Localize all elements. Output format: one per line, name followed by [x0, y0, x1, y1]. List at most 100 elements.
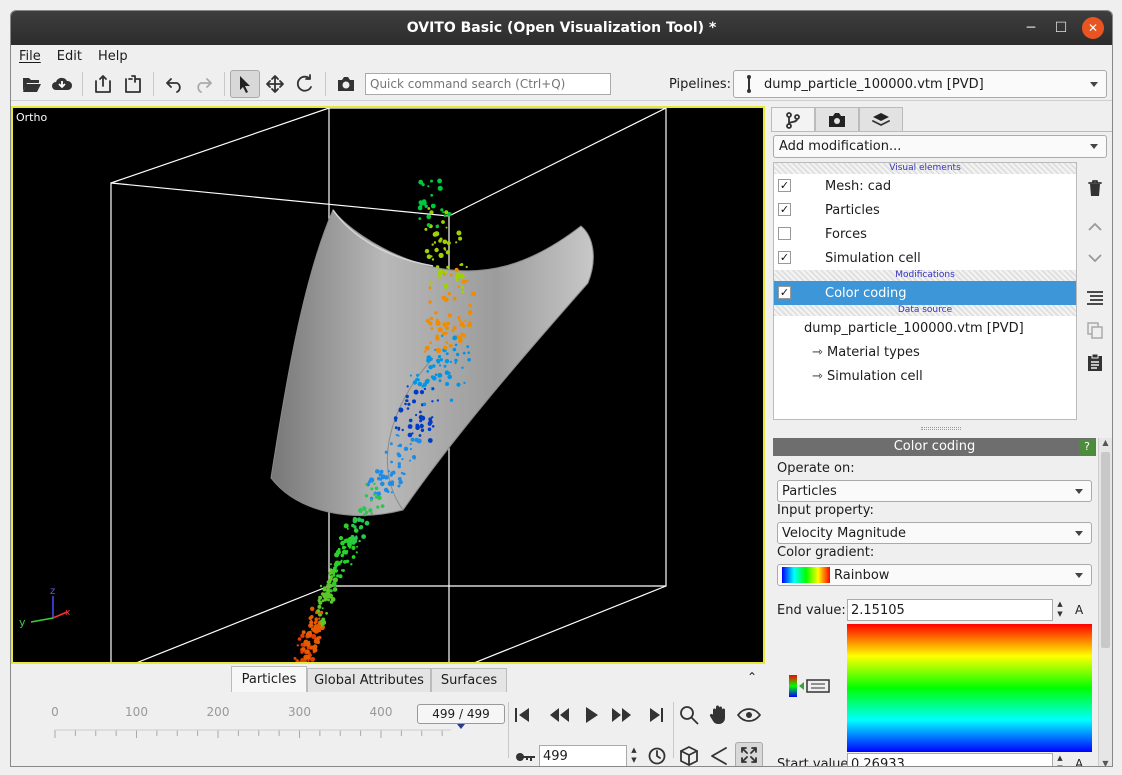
move-down-button[interactable] — [1083, 246, 1107, 270]
jump-to-start-button[interactable] — [515, 708, 529, 722]
paste-button[interactable] — [1083, 350, 1107, 374]
selection-mode-button[interactable] — [230, 69, 260, 98]
zoom-all-button[interactable] — [735, 742, 763, 766]
tab-render[interactable] — [815, 107, 859, 131]
view-cube-icon[interactable] — [677, 744, 701, 767]
pipeline-editor[interactable]: Visual elements ✓ Mesh: cad ✓ Particles Fo… — [773, 162, 1077, 420]
viewport-ortho[interactable]: Ortho z y x — [11, 106, 765, 664]
export-image-button[interactable] — [118, 70, 148, 98]
tab-global-attributes[interactable]: Global Attributes — [307, 668, 431, 692]
particle — [395, 433, 398, 437]
checkbox-mesh[interactable]: ✓ — [778, 179, 791, 192]
scroll-down-icon[interactable]: ▼ — [1099, 759, 1112, 766]
command-search-input[interactable] — [365, 72, 611, 95]
load-remote-button[interactable] — [47, 70, 77, 98]
particle — [376, 505, 380, 509]
particle — [467, 351, 471, 354]
move-mode-button[interactable] — [260, 70, 290, 98]
frame-spinner[interactable]: ▲ ▼ — [627, 745, 641, 766]
fov-icon[interactable] — [708, 745, 730, 767]
time-slider-handle[interactable]: 499 / 499 — [417, 704, 505, 724]
tab-surfaces[interactable]: Surfaces — [431, 668, 507, 692]
pipeline-selector[interactable]: dump_particle_100000.vtm [PVD] — [733, 70, 1107, 98]
particle — [438, 239, 442, 243]
expand-inspector-icon[interactable]: ⌃ — [747, 670, 757, 684]
key-icon[interactable] — [515, 749, 537, 765]
rotate-mode-button[interactable] — [290, 70, 320, 98]
checkbox-particles[interactable]: ✓ — [778, 203, 791, 216]
help-button[interactable]: ? — [1079, 439, 1095, 455]
close-button[interactable]: ✕ — [1078, 11, 1108, 45]
particle — [466, 345, 470, 348]
input-property-select[interactable]: Velocity Magnitude — [777, 522, 1092, 544]
tab-particles[interactable]: Particles — [231, 666, 307, 692]
particle — [378, 473, 383, 477]
scrollbar-thumb[interactable] — [1101, 452, 1110, 648]
window-title: OVITO Basic (Open Visualization Tool) * — [406, 20, 717, 36]
color-gradient-select[interactable]: Rainbow — [777, 564, 1092, 586]
folder-open-icon — [23, 77, 41, 92]
end-value-auto-button[interactable]: A — [1075, 603, 1083, 617]
maximize-button[interactable]: ☐ — [1046, 11, 1076, 45]
delete-modifier-button[interactable] — [1083, 176, 1107, 200]
particle — [454, 275, 459, 280]
pipeline-item-sim-cell-source[interactable]: ⇾ Simulation cell — [774, 364, 1076, 388]
adjust-range-icon[interactable] — [789, 673, 833, 699]
zoom-icon[interactable] — [678, 704, 700, 726]
step-back-button[interactable] — [550, 708, 569, 722]
pipeline-item-particles[interactable]: ✓ Particles — [774, 198, 1076, 222]
open-file-button[interactable] — [17, 70, 47, 98]
particle — [436, 358, 441, 363]
pipeline-item-forces[interactable]: Forces — [774, 222, 1076, 246]
particle — [338, 536, 344, 541]
checkbox-color-coding[interactable]: ✓ — [778, 286, 791, 299]
panel-splitter[interactable] — [921, 427, 961, 430]
pipeline-item-color-coding[interactable]: ✓ Color coding — [774, 281, 1076, 305]
clock-icon[interactable] — [647, 746, 667, 766]
play-button[interactable] — [586, 707, 598, 723]
particle — [443, 364, 447, 368]
undo-button[interactable] — [159, 70, 189, 98]
orbit-eye-icon[interactable] — [736, 705, 762, 725]
start-value-auto-button[interactable]: A — [1075, 757, 1083, 766]
start-value-input[interactable]: 0.26933 — [847, 753, 1053, 766]
modifier-templates-button[interactable] — [1083, 286, 1107, 310]
pipeline-item-mesh[interactable]: ✓ Mesh: cad — [774, 174, 1076, 198]
jump-to-end-button[interactable] — [650, 708, 663, 722]
particle — [350, 563, 353, 566]
current-frame-input[interactable]: 499 — [539, 745, 627, 766]
menu-help[interactable]: Help — [98, 49, 128, 64]
particle — [426, 214, 432, 220]
copy-button[interactable] — [1083, 318, 1107, 342]
start-value-spinner[interactable]: ▲▼ — [1053, 753, 1067, 766]
pipeline-item-simulation-cell[interactable]: ✓ Simulation cell — [774, 246, 1076, 270]
move-up-button[interactable] — [1083, 214, 1107, 238]
time-slider[interactable]: 0 100 200 300 400 — [41, 694, 451, 764]
particle — [397, 428, 401, 431]
pipeline-item-data-source[interactable]: dump_particle_100000.vtm [PVD] — [774, 316, 1076, 340]
particle — [334, 560, 340, 566]
tab-overlays[interactable] — [859, 107, 903, 131]
particle — [386, 490, 390, 493]
minimize-button[interactable]: ─ — [1016, 11, 1046, 45]
menu-edit[interactable]: Edit — [57, 49, 82, 64]
particle — [347, 542, 352, 548]
add-modification-dropdown[interactable]: Add modification... — [773, 135, 1107, 158]
checkbox-simulation-cell[interactable]: ✓ — [778, 251, 791, 264]
operate-on-select[interactable]: Particles — [777, 480, 1092, 502]
checkbox-forces[interactable] — [778, 227, 791, 240]
particle — [390, 442, 393, 446]
end-value-spinner[interactable]: ▲ ▼ — [1053, 599, 1067, 621]
tab-pipeline[interactable] — [771, 107, 815, 131]
menu-file[interactable]: File — [19, 49, 41, 64]
pan-hand-icon[interactable] — [708, 704, 730, 726]
properties-scrollbar[interactable]: ▲ ▼ — [1098, 438, 1112, 766]
end-value-input[interactable]: 2.15105 — [847, 599, 1053, 621]
step-forward-button[interactable] — [612, 708, 631, 722]
render-button[interactable] — [331, 70, 361, 98]
scroll-up-icon[interactable]: ▲ — [1099, 438, 1112, 447]
pipeline-item-material-types[interactable]: ⇾ Material types — [774, 340, 1076, 364]
export-button[interactable] — [88, 70, 118, 98]
redo-button[interactable] — [189, 70, 219, 98]
particle — [428, 300, 432, 304]
